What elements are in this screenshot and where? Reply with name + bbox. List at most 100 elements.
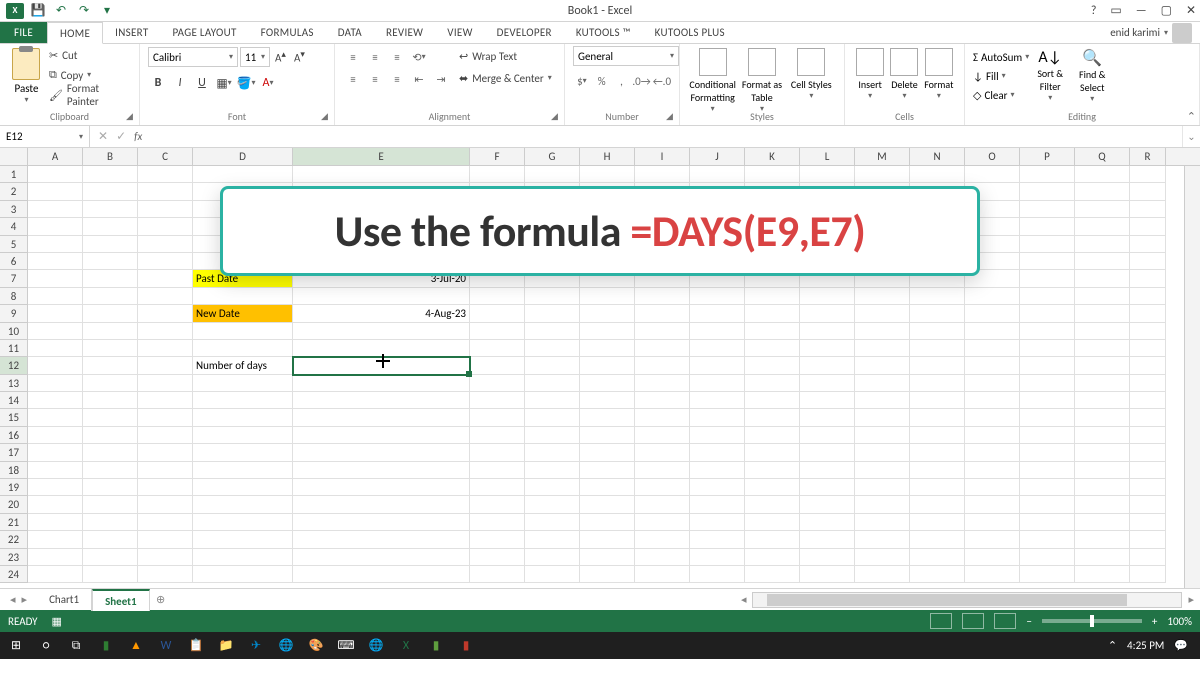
cell-D11[interactable]	[193, 340, 293, 357]
cell-N1[interactable]	[910, 166, 965, 183]
col-header[interactable]: F	[470, 148, 525, 165]
cell-C14[interactable]	[138, 392, 193, 409]
taskbar-app[interactable]: 🌐	[364, 635, 388, 657]
cell-C24[interactable]	[138, 566, 193, 583]
cell-C5[interactable]	[138, 236, 193, 253]
cell-H19[interactable]	[580, 479, 635, 496]
cell-D8[interactable]	[193, 288, 293, 305]
cell-B7[interactable]	[83, 270, 138, 287]
decrease-indent-icon[interactable]: ⇤	[409, 69, 429, 89]
col-header[interactable]: B	[83, 148, 138, 165]
col-header[interactable]: C	[138, 148, 193, 165]
macro-record-icon[interactable]: ▦	[52, 615, 62, 628]
cell-K20[interactable]	[745, 496, 800, 513]
cell-N8[interactable]	[910, 288, 965, 305]
cell-L23[interactable]	[800, 549, 855, 566]
taskbar-app[interactable]: W	[154, 635, 178, 657]
cell-N15[interactable]	[910, 409, 965, 426]
col-header[interactable]: I	[635, 148, 690, 165]
cell-N16[interactable]	[910, 427, 965, 444]
cell-D17[interactable]	[193, 444, 293, 461]
cell-A3[interactable]	[28, 201, 83, 218]
cell-N10[interactable]	[910, 323, 965, 340]
cell-N9[interactable]	[910, 305, 965, 322]
cell-R2[interactable]	[1130, 183, 1166, 200]
cell-K21[interactable]	[745, 514, 800, 531]
cell-L10[interactable]	[800, 323, 855, 340]
cell-L18[interactable]	[800, 462, 855, 479]
cell-J19[interactable]	[690, 479, 745, 496]
cell-A17[interactable]	[28, 444, 83, 461]
cell-H18[interactable]	[580, 462, 635, 479]
cell-B3[interactable]	[83, 201, 138, 218]
cell-Q1[interactable]	[1075, 166, 1130, 183]
notifications-icon[interactable]: 💬	[1174, 639, 1188, 652]
cell-F20[interactable]	[470, 496, 525, 513]
cell-A22[interactable]	[28, 531, 83, 548]
cell-Q20[interactable]	[1075, 496, 1130, 513]
cell-A15[interactable]	[28, 409, 83, 426]
cell-P15[interactable]	[1020, 409, 1075, 426]
cell-M17[interactable]	[855, 444, 910, 461]
cell-P21[interactable]	[1020, 514, 1075, 531]
expand-formula-bar-icon[interactable]: ⌄	[1182, 126, 1200, 147]
cell-J20[interactable]	[690, 496, 745, 513]
cell-Q22[interactable]	[1075, 531, 1130, 548]
cell-Q18[interactable]	[1075, 462, 1130, 479]
col-header[interactable]: Q	[1075, 148, 1130, 165]
decrease-decimal-icon[interactable]: ←.0	[653, 71, 671, 91]
borders-button[interactable]: ▦▾	[214, 73, 234, 93]
row-header[interactable]: 12	[0, 357, 28, 374]
currency-icon[interactable]: $▾	[573, 71, 591, 91]
sheet-nav-last-icon[interactable]: ▸	[22, 593, 28, 606]
col-header[interactable]: G	[525, 148, 580, 165]
cell-R17[interactable]	[1130, 444, 1166, 461]
cell-B17[interactable]	[83, 444, 138, 461]
cell-B18[interactable]	[83, 462, 138, 479]
row-header[interactable]: 22	[0, 531, 28, 548]
zoom-out-icon[interactable]: −	[1026, 615, 1031, 628]
cell-C7[interactable]	[138, 270, 193, 287]
ribbon-options-icon[interactable]: ▭	[1110, 3, 1121, 18]
cell-O15[interactable]	[965, 409, 1020, 426]
cell-M15[interactable]	[855, 409, 910, 426]
vertical-scrollbar[interactable]	[1184, 166, 1200, 588]
cell-C6[interactable]	[138, 253, 193, 270]
cell-Q2[interactable]	[1075, 183, 1130, 200]
tab-home[interactable]: HOME	[47, 22, 103, 44]
cell-D9[interactable]: New Date	[193, 305, 293, 322]
cell-Q21[interactable]	[1075, 514, 1130, 531]
cell-K19[interactable]	[745, 479, 800, 496]
cell-G13[interactable]	[525, 375, 580, 392]
cell-F15[interactable]	[470, 409, 525, 426]
sheet-nav-first-icon[interactable]: ◂	[10, 593, 16, 606]
row-header[interactable]: 13	[0, 375, 28, 392]
cell-O18[interactable]	[965, 462, 1020, 479]
row-header[interactable]: 11	[0, 340, 28, 357]
cell-R5[interactable]	[1130, 236, 1166, 253]
cell-G12[interactable]	[525, 357, 580, 374]
save-icon[interactable]: 💾	[27, 1, 49, 21]
cell-M10[interactable]	[855, 323, 910, 340]
cell-L24[interactable]	[800, 566, 855, 583]
cell-D12[interactable]: Number of days	[193, 357, 293, 374]
cell-P6[interactable]	[1020, 253, 1075, 270]
wrap-text-button[interactable]: ↩Wrap Text	[455, 46, 556, 66]
cell-A2[interactable]	[28, 183, 83, 200]
cortana-icon[interactable]: ○	[34, 635, 58, 657]
font-launcher-icon[interactable]: ◢	[321, 111, 331, 121]
cell-O24[interactable]	[965, 566, 1020, 583]
cell-M21[interactable]	[855, 514, 910, 531]
cell-K22[interactable]	[745, 531, 800, 548]
view-page-layout-icon[interactable]	[962, 613, 984, 629]
row-header[interactable]: 16	[0, 427, 28, 444]
cell-P19[interactable]	[1020, 479, 1075, 496]
cell-H11[interactable]	[580, 340, 635, 357]
cell-J17[interactable]	[690, 444, 745, 461]
cell-I24[interactable]	[635, 566, 690, 583]
cell-C19[interactable]	[138, 479, 193, 496]
taskbar-app[interactable]: ▮	[424, 635, 448, 657]
cell-G18[interactable]	[525, 462, 580, 479]
cell-F13[interactable]	[470, 375, 525, 392]
cell-R16[interactable]	[1130, 427, 1166, 444]
